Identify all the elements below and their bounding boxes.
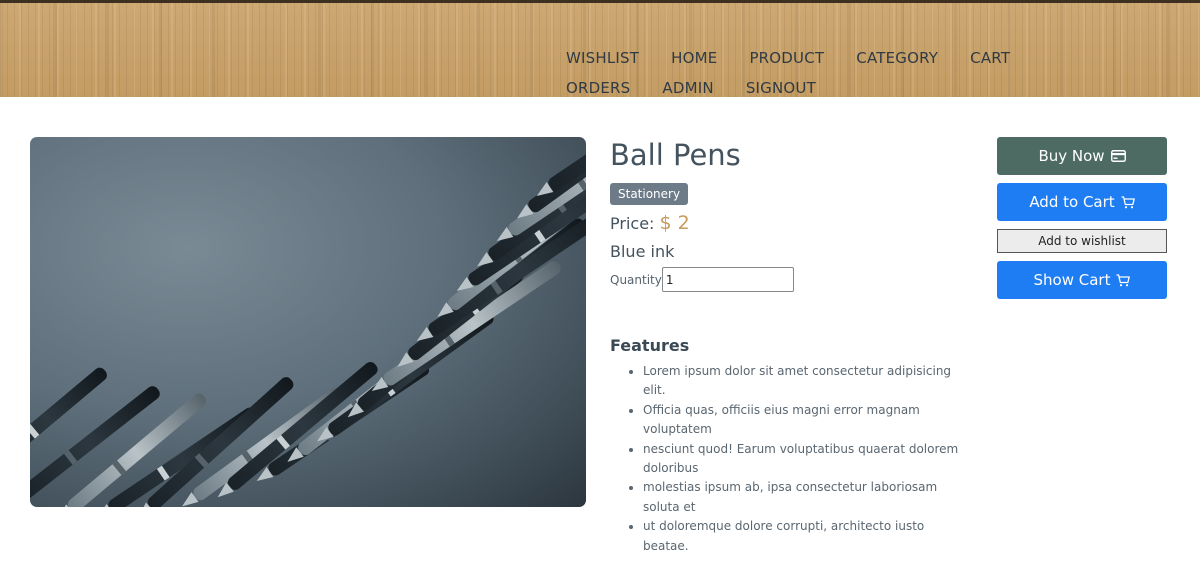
add-to-wishlist-button[interactable]: Add to wishlist (997, 229, 1167, 253)
price-value: $ 2 (659, 212, 690, 234)
feature-item: Lorem ipsum dolor sit amet consectetur a… (643, 362, 963, 401)
nav-link-admin[interactable]: ADMIN (662, 77, 713, 99)
buy-now-label: Buy Now (1038, 147, 1105, 165)
credit-card-icon (1110, 150, 1126, 162)
nav-link-orders[interactable]: ORDERS (566, 77, 630, 99)
main-nav: WISHLIST HOME PRODUCT CATEGORY CART ORDE… (566, 47, 1126, 99)
feature-item: nesciunt quod! Earum voluptatibus quaera… (643, 440, 963, 479)
feature-item: molestias ipsum ab, ipsa consectetur lab… (643, 478, 963, 517)
price-label: Price: (610, 214, 655, 233)
price-row: Price: $ 2 (610, 212, 690, 234)
show-cart-button[interactable]: Show Cart (997, 261, 1167, 299)
site-header: WISHLIST HOME PRODUCT CATEGORY CART ORDE… (0, 0, 1200, 97)
add-to-cart-label: Add to Cart (1029, 193, 1115, 211)
features-title: Features (610, 336, 690, 355)
nav-link-home[interactable]: HOME (671, 47, 717, 69)
product-image (30, 137, 586, 507)
quantity-row: Quantity (610, 267, 794, 292)
quantity-label: Quantity (610, 272, 662, 287)
product-title: Ball Pens (610, 138, 741, 172)
pens-illustration (30, 137, 586, 507)
cart-icon (1121, 195, 1135, 208)
category-badge: Stationery (610, 183, 689, 205)
cart-icon (1116, 273, 1131, 286)
quantity-input[interactable] (661, 267, 794, 292)
buy-now-button[interactable]: Buy Now (997, 137, 1167, 175)
nav-link-category[interactable]: CATEGORY (856, 47, 938, 69)
product-description: Blue ink (610, 242, 675, 261)
nav-link-product[interactable]: PRODUCT (749, 47, 824, 69)
feature-item: ut doloremque dolore corrupti, architect… (643, 517, 963, 556)
nav-link-signout[interactable]: SIGNOUT (746, 77, 816, 99)
add-to-cart-button[interactable]: Add to Cart (997, 183, 1167, 221)
nav-link-cart[interactable]: CART (970, 47, 1010, 69)
feature-item: Officia quas, officiis eius magni error … (643, 401, 963, 440)
nav-link-wishlist[interactable]: WISHLIST (566, 47, 639, 69)
show-cart-label: Show Cart (1033, 271, 1111, 289)
features-list: Lorem ipsum dolor sit amet consectetur a… (643, 362, 963, 556)
